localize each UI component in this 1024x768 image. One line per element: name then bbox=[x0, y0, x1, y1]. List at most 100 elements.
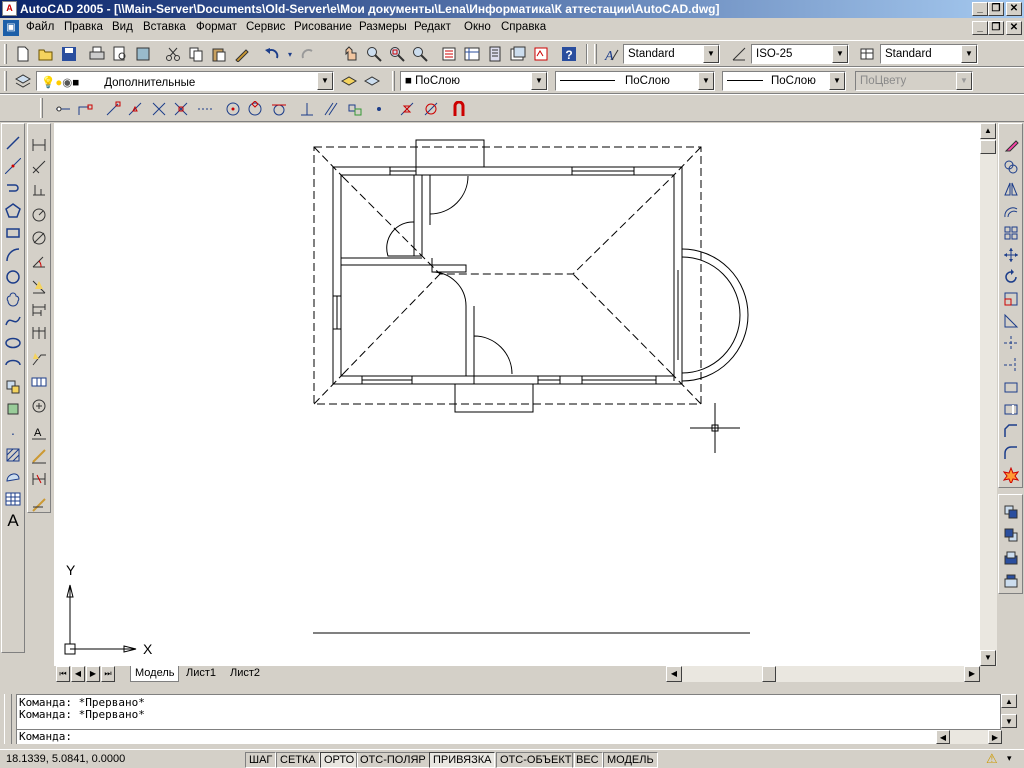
dim-style-manager-icon[interactable] bbox=[28, 494, 50, 516]
doc-minimize-button[interactable]: _ bbox=[972, 21, 988, 35]
ordinate-dim-icon[interactable] bbox=[28, 178, 50, 200]
command-input[interactable]: Команда: bbox=[16, 730, 936, 744]
color-select[interactable]: ■ ПоСлою ▼ bbox=[400, 71, 548, 91]
snap-toggle[interactable]: ШАГ bbox=[245, 752, 277, 768]
continue-dim-icon[interactable] bbox=[28, 322, 50, 344]
model-space-canvas[interactable]: Y X bbox=[54, 123, 980, 666]
mtext-icon[interactable]: A bbox=[2, 510, 24, 532]
text-style-select[interactable]: Standard ▼ bbox=[623, 44, 720, 64]
dim-style-icon[interactable] bbox=[728, 43, 750, 65]
rectangle-icon[interactable] bbox=[2, 222, 24, 244]
construction-line-icon[interactable] bbox=[2, 155, 24, 177]
dim-update-icon[interactable] bbox=[28, 468, 50, 490]
polyline-icon[interactable] bbox=[2, 178, 24, 200]
layer-manager-icon[interactable] bbox=[12, 70, 34, 92]
polar-toggle[interactable]: ОТС-ПОЛЯР bbox=[356, 752, 430, 768]
matchprop-icon[interactable] bbox=[231, 43, 253, 65]
save-icon[interactable] bbox=[58, 43, 80, 65]
close-button[interactable]: ✕ bbox=[1006, 2, 1022, 16]
linetype-select[interactable]: ПоСлою ▼ bbox=[555, 71, 715, 91]
text-style-icon[interactable]: A bbox=[600, 43, 622, 65]
document-icon[interactable]: ▣ bbox=[3, 20, 19, 36]
cmd-scroll-left-icon[interactable]: ◀ bbox=[936, 730, 950, 744]
menu-tools[interactable]: Сервис bbox=[246, 21, 285, 33]
plotstyle-select[interactable]: ПоЦвету ▼ bbox=[855, 71, 973, 91]
insert-block-icon[interactable] bbox=[2, 376, 24, 398]
menu-view[interactable]: Вид bbox=[112, 21, 133, 33]
communication-center-icon[interactable]: ⚠ bbox=[986, 751, 1004, 767]
snap-extension-icon[interactable] bbox=[194, 98, 216, 120]
horizontal-scrollbar[interactable]: ◀ ▶ bbox=[666, 666, 980, 682]
tolerance-icon[interactable] bbox=[28, 371, 50, 393]
scroll-down-icon[interactable]: ▼ bbox=[980, 650, 996, 666]
doc-restore-button[interactable]: ❐ bbox=[988, 21, 1004, 35]
revision-cloud-icon[interactable] bbox=[2, 288, 24, 310]
scroll-up-icon[interactable]: ▲ bbox=[980, 123, 996, 139]
send-under-icon[interactable] bbox=[1000, 570, 1022, 592]
scale-icon[interactable] bbox=[1000, 288, 1022, 310]
erase-icon[interactable] bbox=[1000, 134, 1022, 156]
extend-icon[interactable] bbox=[1000, 354, 1022, 376]
publish-icon[interactable] bbox=[132, 43, 154, 65]
tab-sheet2[interactable]: Лист2 bbox=[226, 666, 264, 682]
polygon-icon[interactable] bbox=[2, 200, 24, 222]
menu-help[interactable]: Справка bbox=[501, 21, 546, 33]
dimtedit-icon[interactable] bbox=[28, 445, 50, 467]
cmd-scroll-down-icon[interactable]: ▼ bbox=[1001, 714, 1017, 728]
ortho-toggle[interactable]: ОРТО bbox=[320, 752, 359, 768]
snap-perpendicular-icon[interactable] bbox=[296, 98, 318, 120]
menu-dimension[interactable]: Размеры bbox=[359, 21, 407, 33]
paste-icon[interactable] bbox=[208, 43, 230, 65]
chevron-down-icon[interactable]: ▼ bbox=[698, 72, 714, 90]
snap-insert-icon[interactable] bbox=[344, 98, 366, 120]
region-icon[interactable] bbox=[2, 466, 24, 488]
chevron-down-icon[interactable]: ▼ bbox=[829, 72, 845, 90]
circle-icon[interactable] bbox=[2, 266, 24, 288]
lineweight-toggle[interactable]: ВЕС bbox=[572, 752, 603, 768]
osnap-toggle[interactable]: ПРИВЯЗКА bbox=[429, 752, 496, 768]
tab-model[interactable]: Модель bbox=[130, 666, 180, 682]
chevron-down-icon[interactable]: ▼ bbox=[832, 45, 848, 63]
offset-icon[interactable] bbox=[1000, 200, 1022, 222]
array-icon[interactable] bbox=[1000, 222, 1022, 244]
markup-icon[interactable] bbox=[530, 43, 552, 65]
model-toggle[interactable]: МОДЕЛЬ bbox=[603, 752, 658, 768]
snap-node-icon[interactable] bbox=[368, 98, 390, 120]
snap-tangent-icon[interactable] bbox=[268, 98, 290, 120]
bring-to-front-icon[interactable] bbox=[1000, 501, 1022, 523]
menu-modify[interactable]: Редакт bbox=[414, 21, 451, 33]
scroll-thumb[interactable] bbox=[980, 140, 996, 154]
last-tab-icon[interactable]: ⏭ bbox=[101, 666, 115, 682]
sheetset-icon[interactable] bbox=[507, 43, 529, 65]
hscroll-thumb[interactable] bbox=[762, 666, 776, 682]
ellipse-icon[interactable] bbox=[2, 332, 24, 354]
table-style-select[interactable]: Standard ▼ bbox=[880, 44, 978, 64]
mirror-icon[interactable] bbox=[1000, 178, 1022, 200]
pan-icon[interactable] bbox=[340, 43, 362, 65]
menu-edit[interactable]: Правка bbox=[64, 21, 103, 33]
baseline-dim-icon[interactable] bbox=[28, 299, 50, 321]
first-tab-icon[interactable]: ⏮ bbox=[56, 666, 70, 682]
chamfer-icon[interactable] bbox=[1000, 420, 1022, 442]
diameter-dim-icon[interactable] bbox=[28, 227, 50, 249]
chevron-down-icon[interactable]: ▼ bbox=[961, 45, 977, 63]
hatch-icon[interactable] bbox=[2, 444, 24, 466]
break-icon[interactable] bbox=[1000, 398, 1022, 420]
menu-file[interactable]: Файл bbox=[26, 21, 54, 33]
cmd-scroll-up-icon[interactable]: ▲ bbox=[1001, 694, 1017, 708]
coordinates-readout[interactable]: 18.1339, 5.0841, 0.0000 bbox=[6, 753, 125, 765]
osnap-settings-icon[interactable] bbox=[448, 98, 470, 120]
aligned-dim-icon[interactable] bbox=[28, 156, 50, 178]
toolpalettes-icon[interactable] bbox=[484, 43, 506, 65]
grid-toggle[interactable]: СЕТКА bbox=[276, 752, 320, 768]
cmd-hscroll[interactable]: ◀ ▶ bbox=[936, 730, 1002, 744]
snap-center-icon[interactable] bbox=[222, 98, 244, 120]
snap-endpoint-icon[interactable] bbox=[102, 98, 124, 120]
linear-dim-icon[interactable] bbox=[28, 134, 50, 156]
minimize-button[interactable]: _ bbox=[972, 2, 988, 16]
center-mark-icon[interactable] bbox=[28, 395, 50, 417]
spline-icon[interactable] bbox=[2, 310, 24, 332]
snap-apparent-intersection-icon[interactable] bbox=[170, 98, 192, 120]
menu-format[interactable]: Формат bbox=[196, 21, 237, 33]
fillet-icon[interactable] bbox=[1000, 442, 1022, 464]
